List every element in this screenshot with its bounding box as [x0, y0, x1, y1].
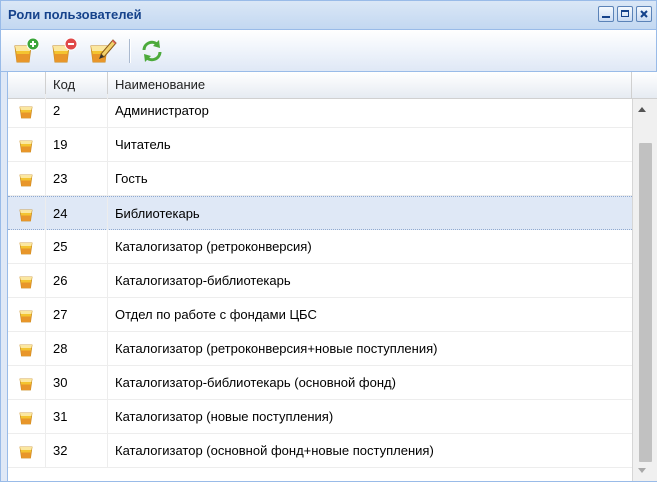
row-icon-cell [8, 400, 46, 433]
close-button[interactable] [636, 6, 652, 22]
table-row[interactable]: 25 Каталогизатор (ретроконверсия) [8, 230, 632, 264]
row-name: Читатель [115, 137, 171, 152]
row-code: 31 [46, 400, 108, 433]
row-name: Библиотекарь [115, 206, 200, 221]
minimize-button[interactable] [598, 6, 614, 22]
column-header-filler [632, 72, 657, 98]
row-name: Каталогизатор (ретроконверсия) [115, 239, 312, 254]
role-icon [19, 174, 33, 187]
table-row[interactable]: 2 Администратор [8, 94, 632, 128]
role-icon [19, 412, 33, 425]
table-row[interactable]: 28 Каталогизатор (ретроконверсия+новые по… [8, 332, 632, 366]
maximize-button[interactable] [617, 6, 633, 22]
edit-role-button[interactable] [87, 36, 117, 66]
row-code: 24 [46, 197, 108, 230]
row-icon-cell [8, 94, 46, 127]
user-roles-window: Роли пользователей Код Наименование 2 Ад… [0, 0, 657, 482]
toolbar-separator [129, 39, 131, 63]
row-code: 2 [46, 94, 108, 127]
table-row[interactable]: 30 Каталогизатор-библиотекарь (основной ф… [8, 366, 632, 400]
table-row[interactable]: 32 Каталогизатор (основной фонд+новые пос… [8, 434, 632, 468]
refresh-button[interactable] [137, 36, 167, 66]
row-code: 32 [46, 434, 108, 467]
row-icon-cell [8, 230, 46, 263]
add-role-button[interactable] [11, 36, 41, 66]
table-row[interactable]: 27 Отдел по работе с фондами ЦБС [8, 298, 632, 332]
scroll-down-icon[interactable] [638, 468, 646, 473]
table-row[interactable]: 24 Библиотекарь [8, 196, 632, 230]
row-name: Каталогизатор (основной фонд+новые посту… [115, 443, 434, 458]
row-name: Каталогизатор-библиотекарь (основной фон… [115, 375, 396, 390]
row-name: Каталогизатор-библиотекарь [115, 273, 291, 288]
role-icon [19, 209, 33, 222]
table-row[interactable]: 26 Каталогизатор-библиотекарь [8, 264, 632, 298]
close-icon [640, 10, 648, 18]
row-code: 26 [46, 264, 108, 297]
role-icon [19, 106, 33, 119]
window-tools [598, 6, 652, 22]
role-icon [19, 310, 33, 323]
role-icon [19, 276, 33, 289]
delete-role-button[interactable] [49, 36, 79, 66]
row-name: Гость [115, 171, 148, 186]
window-title: Роли пользователей [8, 7, 142, 22]
row-name: Каталогизатор (новые поступления) [115, 409, 334, 424]
row-name: Администратор [115, 103, 209, 118]
role-icon [19, 344, 33, 357]
table-row[interactable]: 19 Читатель [8, 128, 632, 162]
row-icon-cell [8, 434, 46, 467]
row-icon-cell [8, 264, 46, 297]
row-name: Каталогизатор (ретроконверсия+новые пост… [115, 341, 438, 356]
row-code: 25 [46, 230, 108, 263]
role-icon [19, 446, 33, 459]
maximize-icon [621, 10, 629, 17]
row-code: 23 [46, 162, 108, 195]
row-icon-cell [8, 332, 46, 365]
table-row[interactable]: 31 Каталогизатор (новые поступления) [8, 400, 632, 434]
row-icon-cell [8, 298, 46, 331]
role-icon [19, 140, 33, 153]
row-icon-cell [8, 162, 46, 195]
row-code: 30 [46, 366, 108, 399]
row-code: 27 [46, 298, 108, 331]
row-code: 28 [46, 332, 108, 365]
scroll-up-icon[interactable] [638, 107, 646, 112]
vertical-scrollbar[interactable] [632, 99, 657, 481]
window-titlebar[interactable]: Роли пользователей [1, 1, 656, 30]
row-icon-cell [8, 366, 46, 399]
edit-role-icon [90, 39, 117, 63]
role-icon [19, 378, 33, 391]
delete-role-icon [52, 37, 78, 63]
add-role-icon [14, 37, 40, 63]
toolbar [1, 30, 656, 72]
row-code: 19 [46, 128, 108, 161]
table-row[interactable]: 23 Гость [8, 162, 632, 196]
role-icon [19, 242, 33, 255]
scroll-thumb[interactable] [639, 143, 652, 462]
row-icon-cell [8, 197, 46, 230]
refresh-icon [142, 40, 162, 62]
roles-grid: Код Наименование 2 Администратор 19 Читател… [7, 72, 657, 481]
row-name: Отдел по работе с фондами ЦБС [115, 307, 317, 322]
row-icon-cell [8, 128, 46, 161]
minimize-icon [602, 16, 610, 18]
